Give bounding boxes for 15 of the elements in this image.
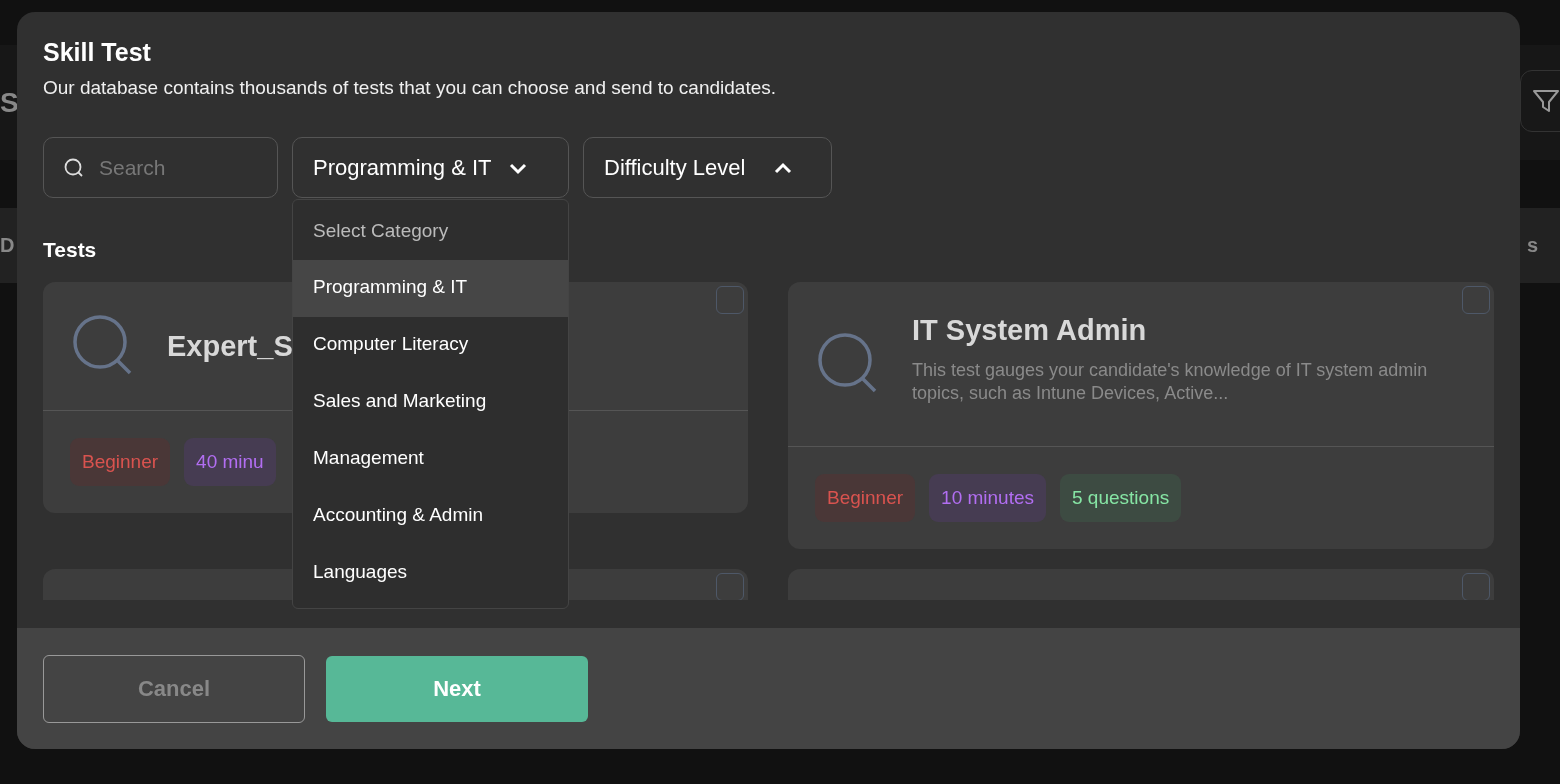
tag: Beginner (70, 438, 171, 486)
menu-header: Select Category (312, 219, 450, 243)
test-title: Expert_S (167, 329, 293, 363)
test-title: IT System Admin (912, 314, 1148, 347)
column-fragment: D (0, 234, 15, 257)
tag: 10 minutes (929, 473, 1046, 522)
test-description: This test gauges your candidate's knowledge of IT system admin topics, such as Intune Devices, Active... (912, 359, 1429, 406)
modal-subtitle: Our database contains thousands of tests that you can choose and send to candidates. (43, 77, 778, 99)
section-heading: Tests (43, 238, 98, 262)
tag: 40 minu (184, 438, 276, 486)
modal-title: Skill Test (43, 38, 152, 67)
tag: Beginner (815, 473, 916, 522)
tag: 5 questions (1060, 473, 1182, 522)
heading-fragment: S (0, 86, 19, 119)
column-fragment: s (1526, 234, 1538, 257)
